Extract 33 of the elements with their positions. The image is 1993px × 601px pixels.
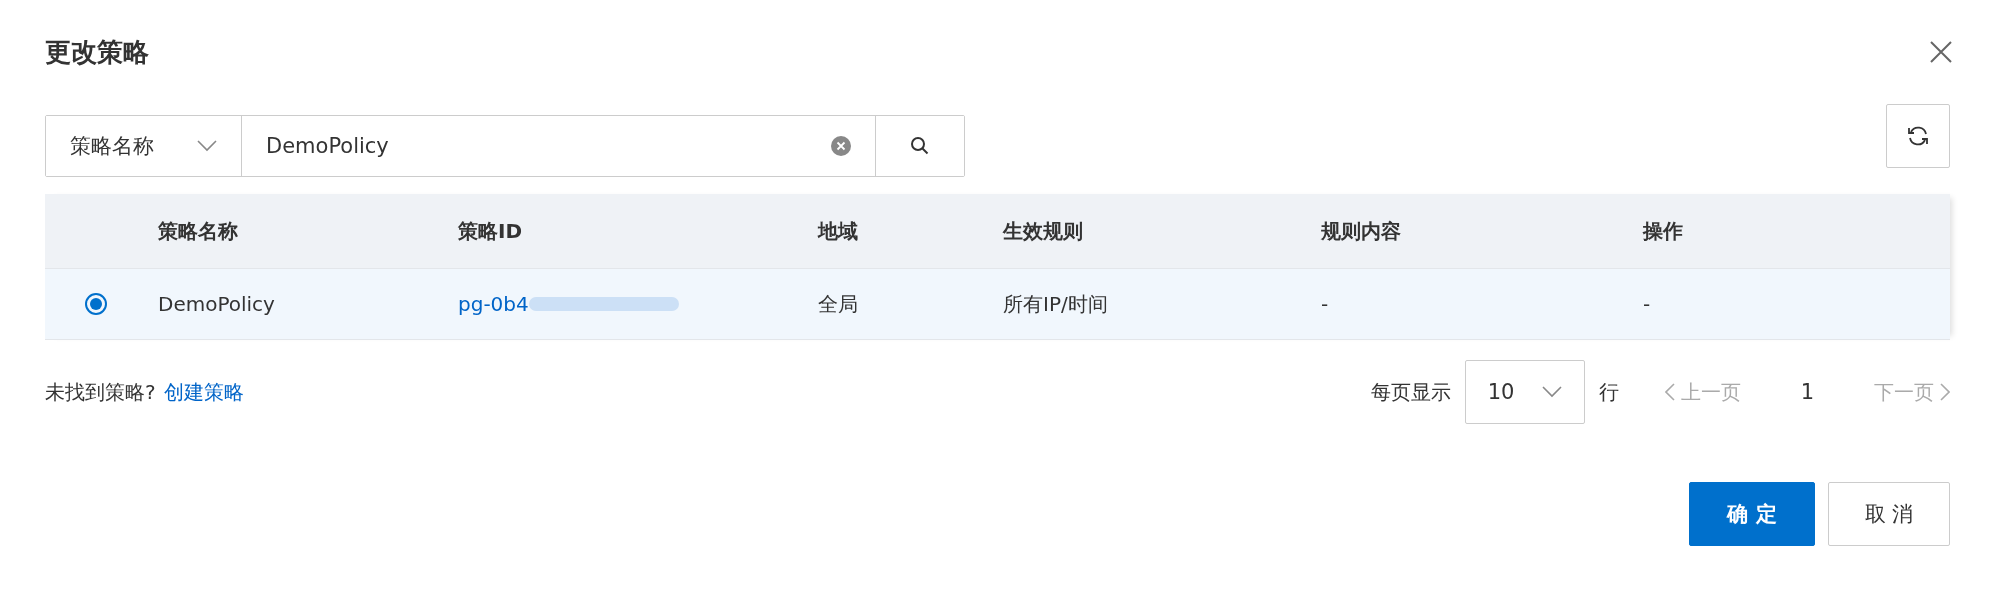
cancel-button[interactable]: 取 消: [1828, 482, 1950, 546]
page-size-select[interactable]: 10: [1464, 360, 1585, 424]
refresh-button[interactable]: [1886, 104, 1950, 168]
column-header: 生效规则: [1003, 217, 1083, 245]
table-cell: 全局: [818, 290, 858, 318]
create-policy-link[interactable]: 创建策略: [163, 378, 244, 406]
page-size-unit: 行: [1598, 378, 1619, 406]
chevron-down-icon: [197, 140, 217, 152]
radio-button[interactable]: [85, 293, 107, 315]
close-icon[interactable]: [1928, 39, 1954, 65]
confirm-button[interactable]: 确 定: [1689, 482, 1815, 546]
column-header: 策略名称: [158, 217, 238, 245]
chevron-left-icon: [1664, 383, 1675, 401]
policy-id-link[interactable]: pg-0b4: [458, 292, 529, 316]
refresh-icon: [1906, 124, 1930, 148]
column-header: 地域: [818, 217, 858, 245]
search-field-select[interactable]: 策略名称: [46, 116, 242, 176]
table-row[interactable]: DemoPolicy pg-0b4 全局 所有IP/时间 - -: [45, 269, 1950, 340]
column-header: 操作: [1643, 217, 1683, 245]
page-size-label: 每页显示: [1370, 378, 1451, 406]
dialog-title: 更改策略: [45, 35, 149, 69]
clear-icon[interactable]: [831, 136, 851, 156]
not-found-hint: 未找到策略?: [45, 378, 156, 406]
chevron-right-icon: [1940, 383, 1950, 401]
table-cell: -: [1643, 292, 1651, 316]
column-header: 规则内容: [1321, 217, 1401, 245]
page-number[interactable]: 1: [1750, 380, 1864, 404]
table-cell: DemoPolicy: [158, 292, 275, 316]
column-header: 策略ID: [458, 217, 523, 245]
search-icon: [910, 136, 930, 156]
table-cell: 所有IP/时间: [1003, 290, 1108, 318]
chevron-down-icon: [1541, 386, 1562, 398]
table-cell: -: [1321, 292, 1329, 316]
